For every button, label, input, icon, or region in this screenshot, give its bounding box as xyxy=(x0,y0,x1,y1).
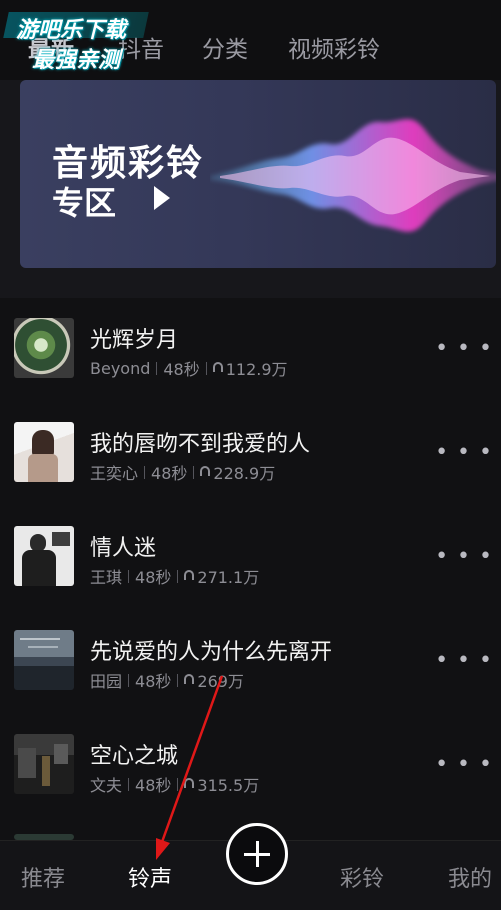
headphone-icon xyxy=(184,778,195,788)
audio-crbt-banner[interactable]: 音频彩铃 专区 xyxy=(20,80,496,268)
nav-recommend[interactable]: 推荐 xyxy=(21,861,65,893)
site-watermark: 游吧乐下载 最强亲测 xyxy=(3,8,156,73)
list-item[interactable]: 光辉岁月 Beyond 48秒 112.9万 • • • xyxy=(0,298,501,402)
song-artist: 王奕心 xyxy=(90,464,139,483)
headphone-icon xyxy=(200,466,211,476)
song-title: 空心之城 xyxy=(90,744,179,769)
bottom-navigation: 推荐 铃声 彩铃 我的 xyxy=(0,823,501,910)
more-options-button[interactable]: • • • xyxy=(435,648,493,673)
song-meta: 田园 48秒 269万 xyxy=(90,668,244,692)
song-duration: 48秒 xyxy=(151,464,188,483)
watermark-line-2: 最强亲测 xyxy=(32,48,121,73)
album-cover xyxy=(14,422,74,482)
nav-mine[interactable]: 我的 xyxy=(448,861,492,893)
top-tab-bar: 最新 抖音 分类 视频彩铃 游吧乐下载 最强亲测 xyxy=(0,0,501,80)
nav-ringtone[interactable]: 铃声 xyxy=(128,861,172,893)
song-plays: 271.1万 xyxy=(197,568,260,587)
song-plays: 228.9万 xyxy=(213,464,276,483)
album-cover xyxy=(14,734,74,794)
album-cover xyxy=(14,630,74,690)
song-plays: 112.9万 xyxy=(225,360,288,379)
divider xyxy=(128,777,130,791)
album-cover xyxy=(14,526,74,586)
more-options-button[interactable]: • • • xyxy=(435,544,493,569)
song-artist: 田园 xyxy=(90,672,123,691)
list-item[interactable]: 先说爱的人为什么先离开 田园 48秒 269万 • • • xyxy=(0,610,501,714)
divider xyxy=(193,465,195,479)
banner-subtitle: 专区 xyxy=(52,184,117,222)
more-options-button[interactable]: • • • xyxy=(435,752,493,777)
divider xyxy=(177,569,179,583)
song-artist: 文夫 xyxy=(90,776,123,795)
divider xyxy=(144,465,146,479)
song-title: 光辉岁月 xyxy=(90,328,179,353)
headphone-icon xyxy=(184,570,195,580)
play-triangle-icon xyxy=(154,186,170,210)
watermark-line-1: 游吧乐下载 xyxy=(16,18,127,43)
headphone-icon xyxy=(212,362,223,372)
song-title: 情人迷 xyxy=(90,536,157,561)
tab-video-crbt[interactable]: 视频彩铃 xyxy=(288,30,380,64)
sound-wave-graphic xyxy=(210,119,496,232)
song-title: 先说爱的人为什么先离开 xyxy=(90,640,333,665)
divider xyxy=(128,673,130,687)
create-button[interactable] xyxy=(226,823,288,885)
plus-icon-vertical xyxy=(255,841,259,867)
song-meta: 王琪 48秒 271.1万 xyxy=(90,564,259,588)
song-plays: 315.5万 xyxy=(197,776,260,795)
list-item[interactable]: 我的唇吻不到我爱的人 王奕心 48秒 228.9万 • • • xyxy=(0,402,501,506)
divider xyxy=(177,673,179,687)
divider xyxy=(128,569,130,583)
banner-section: 音频彩铃 专区 xyxy=(0,80,501,298)
song-meta: 王奕心 48秒 228.9万 xyxy=(90,460,275,484)
song-artist: 王琪 xyxy=(90,568,123,587)
song-duration: 48秒 xyxy=(163,360,200,379)
divider xyxy=(156,361,158,375)
list-item[interactable]: 情人迷 王琪 48秒 271.1万 • • • xyxy=(0,506,501,610)
song-plays: 269万 xyxy=(197,672,244,691)
song-duration: 48秒 xyxy=(135,568,172,587)
tab-category[interactable]: 分类 xyxy=(202,30,248,64)
more-options-button[interactable]: • • • xyxy=(435,440,493,465)
more-options-button[interactable]: • • • xyxy=(435,336,493,361)
list-item[interactable]: 空心之城 文夫 48秒 315.5万 • • • xyxy=(0,714,501,818)
headphone-icon xyxy=(184,674,195,684)
song-title: 我的唇吻不到我爱的人 xyxy=(90,432,311,457)
song-duration: 48秒 xyxy=(135,776,172,795)
song-meta: Beyond 48秒 112.9万 xyxy=(90,356,288,380)
album-cover xyxy=(14,318,74,378)
nav-crbt[interactable]: 彩铃 xyxy=(340,861,384,893)
divider xyxy=(177,777,179,791)
divider xyxy=(205,361,207,375)
song-duration: 48秒 xyxy=(135,672,172,691)
song-meta: 文夫 48秒 315.5万 xyxy=(90,772,259,796)
song-artist: Beyond xyxy=(90,358,151,378)
